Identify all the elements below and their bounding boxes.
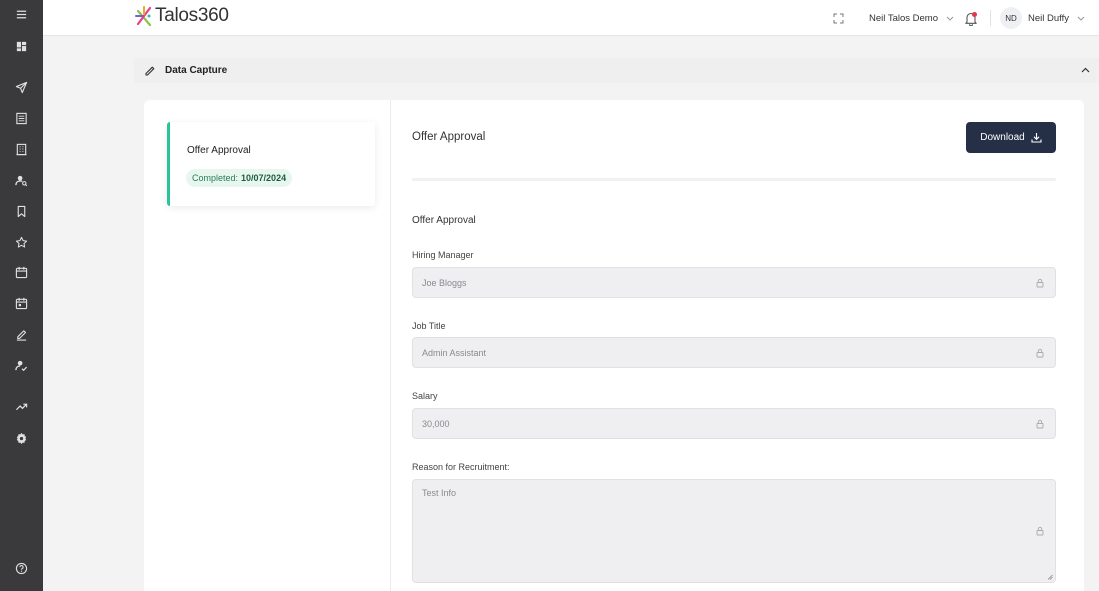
user-check-icon[interactable]: [0, 353, 43, 377]
lock-icon: [1036, 419, 1044, 429]
chevron-down-icon: [946, 16, 954, 21]
download-label: Download: [980, 132, 1025, 143]
lock-icon: [1036, 278, 1044, 288]
status-label: Completed:: [192, 173, 239, 183]
fullscreen-icon[interactable]: [831, 10, 847, 26]
calendar-icon[interactable]: [0, 260, 43, 284]
field-value: Test Info: [422, 488, 457, 498]
field-label-salary: Salary: [412, 391, 438, 401]
hiring-manager-field[interactable]: Joe Bloggs: [412, 267, 1056, 298]
menu-icon[interactable]: [0, 2, 43, 26]
divider: [989, 10, 991, 26]
status-badge: Completed: 10/07/2024: [186, 169, 293, 187]
top-bar: Talos360 Neil Talos Demo ND Neil Duffy: [43, 0, 1099, 36]
resize-handle-icon[interactable]: [1047, 574, 1053, 580]
horizontal-divider: [412, 178, 1056, 181]
section-title: Data Capture: [165, 65, 228, 76]
dashboard-icon[interactable]: [0, 34, 43, 58]
field-label-job-title: Job Title: [412, 321, 446, 331]
avatar[interactable]: ND: [999, 7, 1022, 29]
field-label-reason-for-recruitment: Reason for Recruitment:: [412, 462, 510, 472]
offer-approval-tile[interactable]: Offer Approval Completed: 10/07/2024: [167, 122, 375, 206]
main-card: Offer Approval Completed: 10/07/2024 Off…: [144, 100, 1084, 591]
user-name[interactable]: Neil Duffy: [1028, 13, 1069, 24]
help-icon[interactable]: [0, 556, 43, 580]
salary-field[interactable]: 30,000: [412, 408, 1056, 439]
organisation-select[interactable]: Neil Talos Demo: [869, 13, 954, 24]
tile-title: Offer Approval: [187, 145, 251, 156]
building-icon[interactable]: [0, 137, 43, 161]
edit-icon[interactable]: [0, 322, 43, 346]
chevron-down-icon[interactable]: [1077, 16, 1085, 21]
job-title-field[interactable]: Admin Assistant: [412, 337, 1056, 368]
download-icon: [1031, 133, 1042, 143]
field-value: Joe Bloggs: [422, 277, 467, 288]
calendar-check-icon[interactable]: [0, 291, 43, 315]
talos-logo-icon: [135, 6, 152, 27]
download-button[interactable]: Download: [966, 122, 1056, 153]
star-icon[interactable]: [0, 230, 43, 254]
chevron-up-icon[interactable]: [1080, 65, 1091, 76]
organisation-name: Neil Talos Demo: [868, 12, 938, 24]
logo[interactable]: Talos360: [135, 3, 229, 29]
notification-bell-icon[interactable]: [962, 9, 980, 27]
lock-icon: [1036, 526, 1044, 536]
data-capture-section-header[interactable]: Data Capture: [134, 58, 1099, 83]
trend-icon[interactable]: [0, 394, 43, 418]
settings-icon[interactable]: [0, 426, 43, 450]
user-search-icon[interactable]: [0, 168, 43, 192]
pencil-icon: [145, 66, 155, 76]
bookmark-icon[interactable]: [0, 199, 43, 223]
reason-for-recruitment-textarea[interactable]: Test Info: [412, 479, 1056, 583]
top-right-controls: Neil Talos Demo ND Neil Duffy: [831, 0, 1099, 36]
status-date: 10/07/2024: [241, 173, 287, 183]
send-icon[interactable]: [0, 75, 43, 99]
sidebar: [0, 0, 43, 591]
form-heading: Offer Approval: [412, 131, 486, 143]
lock-icon: [1036, 348, 1044, 358]
field-value: Admin Assistant: [422, 347, 487, 358]
vertical-divider: [390, 100, 391, 591]
field-label-hiring-manager: Hiring Manager: [412, 250, 474, 260]
logo-text: Talos360: [155, 5, 229, 26]
field-value: 30,000: [422, 418, 450, 429]
form-subheading: Offer Approval: [412, 215, 476, 226]
list-icon[interactable]: [0, 106, 43, 130]
